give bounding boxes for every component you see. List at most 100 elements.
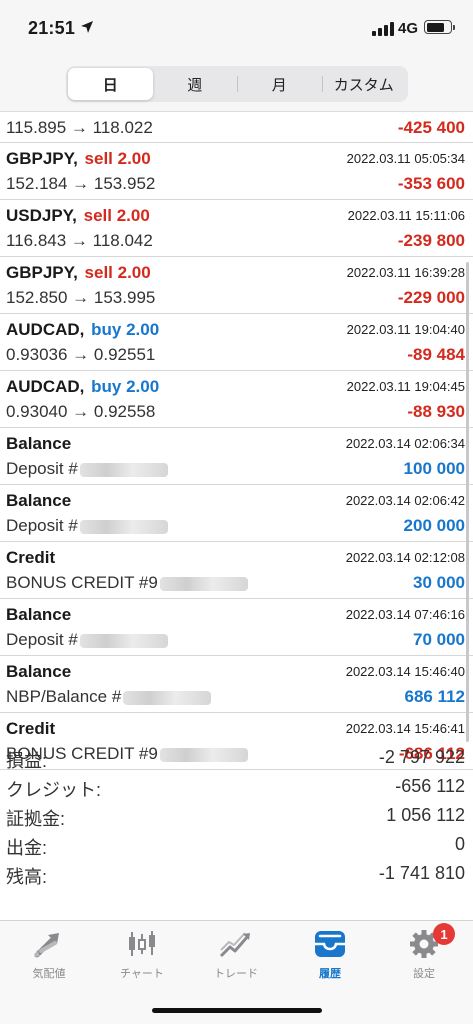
operation-comment: Deposit # bbox=[6, 630, 78, 649]
network-type: 4G bbox=[398, 20, 419, 37]
scroll-indicator[interactable] bbox=[466, 262, 469, 742]
trade-action: sell 2.00 bbox=[84, 263, 151, 282]
home-indicator[interactable] bbox=[152, 1008, 322, 1013]
trade-profit: -88 930 bbox=[407, 402, 465, 421]
summary-balance: 残高: -1 741 810 bbox=[0, 860, 473, 889]
summary-label: クレジット: bbox=[6, 780, 102, 800]
history-list[interactable]: 115.895 → 118.022 -425 400 GBPJPY, sell … bbox=[0, 113, 473, 770]
trade-action: buy 2.00 bbox=[91, 320, 160, 339]
signal-bars-icon bbox=[372, 22, 394, 36]
location-arrow-icon bbox=[81, 21, 93, 33]
trade-profit: -89 484 bbox=[407, 345, 465, 364]
operation-comment: BONUS CREDIT #9 bbox=[6, 573, 158, 592]
notification-badge: 1 bbox=[433, 923, 455, 945]
history-row[interactable]: AUDCAD, buy 2.00 2022.03.11 19:04:40 0.9… bbox=[0, 314, 473, 371]
battery-icon bbox=[424, 20, 455, 34]
tab-history[interactable]: 履歴 bbox=[283, 929, 377, 989]
trade-symbol: AUDCAD, bbox=[6, 320, 85, 339]
operation-datetime: 2022.03.14 02:06:42 bbox=[345, 493, 465, 508]
history-row[interactable]: AUDCAD, buy 2.00 2022.03.11 19:04:45 0.9… bbox=[0, 371, 473, 428]
segment-custom[interactable]: カスタム bbox=[321, 68, 407, 100]
tab-label: トレード bbox=[214, 968, 258, 980]
trade-prices: 152.850 → 153.995 bbox=[6, 288, 156, 307]
history-row[interactable]: Balance 2022.03.14 15:46:40 NBP/Balance … bbox=[0, 656, 473, 713]
tab-label: 設定 bbox=[413, 968, 435, 980]
segment-month[interactable]: 月 bbox=[237, 68, 322, 100]
summary-label: 証拠金: bbox=[6, 809, 66, 829]
summary-value: -1 741 810 bbox=[378, 863, 465, 883]
trade-symbol: USDJPY, bbox=[6, 206, 77, 225]
trade-action: sell 2.00 bbox=[84, 149, 151, 168]
segment-week[interactable]: 週 bbox=[153, 68, 238, 100]
operation-type: Credit bbox=[6, 719, 56, 738]
operation-comment: NBP/Balance # bbox=[6, 687, 122, 706]
trade-profit: -353 600 bbox=[397, 174, 465, 193]
redacted-blur bbox=[79, 519, 168, 534]
summary-value: -656 112 bbox=[395, 776, 465, 796]
history-row[interactable]: USDJPY, sell 2.00 2022.03.11 15:11:06 11… bbox=[0, 200, 473, 257]
redacted-blur bbox=[79, 633, 168, 648]
trade-symbol: GBPJPY, bbox=[6, 149, 78, 168]
redacted-blur bbox=[79, 462, 168, 477]
summary-value: -2 797 922 bbox=[378, 747, 465, 767]
trade-profit: -229 000 bbox=[397, 288, 465, 307]
trade-action: sell 2.00 bbox=[83, 206, 150, 225]
operation-type: Credit bbox=[6, 548, 56, 567]
history-inbox-icon bbox=[315, 931, 345, 957]
tab-chart[interactable]: チャート bbox=[95, 929, 189, 989]
trade-prices: 115.895 → 118.022 bbox=[6, 118, 153, 137]
summary-value: 0 bbox=[454, 834, 465, 854]
history-row[interactable]: Balance 2022.03.14 07:46:16 Deposit # 70… bbox=[0, 599, 473, 656]
operation-amount: 100 000 bbox=[403, 459, 465, 478]
operation-amount: 30 000 bbox=[413, 573, 465, 592]
trade-datetime: 2022.03.11 16:39:28 bbox=[346, 265, 465, 280]
trade-symbol: GBPJPY, bbox=[6, 263, 78, 282]
trade-prices: 0.93040 → 0.92558 bbox=[6, 402, 156, 421]
candlestick-chart-icon bbox=[129, 931, 155, 956]
tab-label: 履歴 bbox=[319, 968, 341, 980]
operation-datetime: 2022.03.14 15:46:40 bbox=[345, 664, 465, 679]
period-segment-bar: 日 週 月 カスタム bbox=[0, 56, 473, 112]
trade-prices: 152.184 → 153.952 bbox=[6, 174, 156, 193]
operation-amount: 200 000 bbox=[403, 516, 465, 535]
trade-datetime: 2022.03.11 19:04:45 bbox=[346, 379, 465, 394]
summary-deposit: 証拠金: 1 056 112 bbox=[0, 802, 473, 831]
operation-comment: Deposit # bbox=[6, 459, 78, 478]
tab-label: 気配値 bbox=[32, 968, 66, 980]
operation-datetime: 2022.03.14 15:46:41 bbox=[345, 721, 465, 736]
trade-prices: 116.843 → 118.042 bbox=[6, 231, 153, 250]
operation-type: Balance bbox=[6, 491, 72, 510]
history-row[interactable]: Balance 2022.03.14 02:06:42 Deposit # 20… bbox=[0, 485, 473, 542]
history-row[interactable]: GBPJPY, sell 2.00 2022.03.11 16:39:28 15… bbox=[0, 257, 473, 314]
operation-type: Balance bbox=[6, 434, 72, 453]
segment-day[interactable]: 日 bbox=[68, 68, 153, 100]
trade-datetime: 2022.03.11 05:05:34 bbox=[346, 151, 465, 166]
redacted-blur bbox=[159, 576, 248, 591]
trade-datetime: 2022.03.11 15:11:06 bbox=[347, 208, 465, 223]
trade-action: buy 2.00 bbox=[91, 377, 160, 396]
summary-credit: クレジット: -656 112 bbox=[0, 773, 473, 802]
redacted-blur bbox=[123, 690, 212, 705]
trade-line-chart-icon bbox=[219, 932, 250, 958]
tab-quotes[interactable]: 気配値 bbox=[2, 929, 96, 989]
quotes-arrows-icon bbox=[34, 933, 59, 958]
status-time: 21:51 bbox=[28, 18, 76, 38]
tab-settings[interactable]: 1 設定 bbox=[377, 923, 471, 989]
tab-label: チャート bbox=[120, 968, 164, 980]
history-row[interactable]: 115.895 → 118.022 -425 400 bbox=[0, 113, 473, 143]
trade-symbol: AUDCAD, bbox=[6, 377, 85, 396]
history-row[interactable]: GBPJPY, sell 2.00 2022.03.11 05:05:34 15… bbox=[0, 143, 473, 200]
history-row[interactable]: Credit 2022.03.14 02:12:08 BONUS CREDIT … bbox=[0, 542, 473, 599]
operation-type: Balance bbox=[6, 605, 72, 624]
trade-prices: 0.93036 → 0.92551 bbox=[6, 345, 156, 364]
summary-label: 出金: bbox=[6, 838, 48, 858]
summary-withdrawal: 出金: 0 bbox=[0, 831, 473, 860]
operation-type: Balance bbox=[6, 662, 72, 681]
status-bar: 21:51 4G bbox=[0, 0, 473, 56]
tab-trade[interactable]: トレード bbox=[189, 929, 283, 989]
trade-profit: -425 400 bbox=[397, 118, 465, 137]
operation-comment: Deposit # bbox=[6, 516, 78, 535]
history-row[interactable]: Balance 2022.03.14 02:06:34 Deposit # 10… bbox=[0, 428, 473, 485]
operation-amount: 686 112 bbox=[404, 687, 465, 706]
summary-label: 残高: bbox=[6, 867, 48, 887]
